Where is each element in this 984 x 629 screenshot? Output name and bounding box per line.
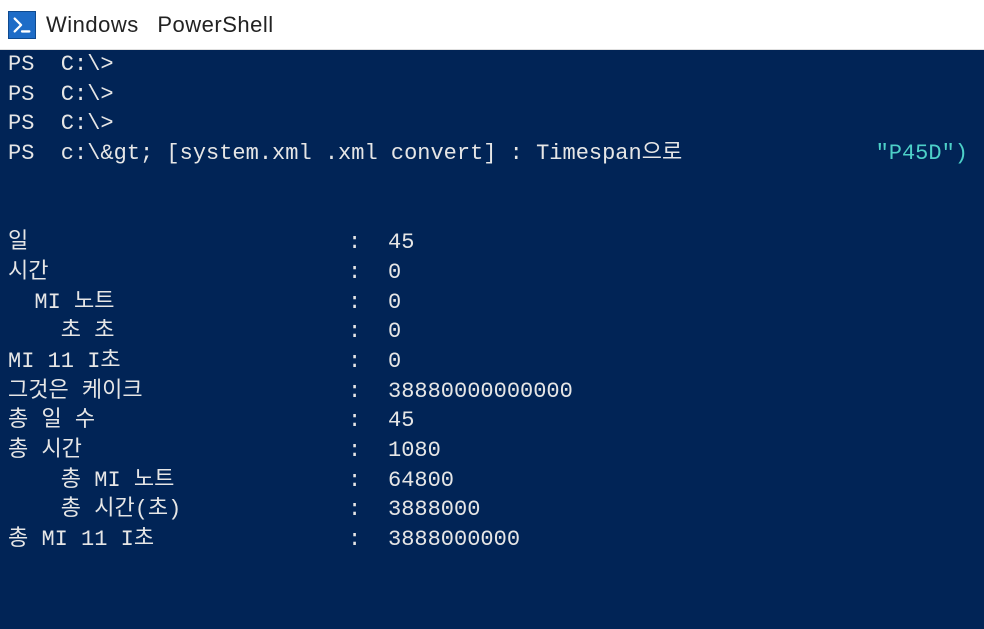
command-text: PS c:\&gt; [system.xml .xml convert] : T… [8, 139, 682, 169]
output-colon: : [348, 228, 388, 258]
output-colon: : [348, 466, 388, 496]
output-value: 3888000000 [388, 525, 976, 555]
output-value: 45 [388, 406, 976, 436]
output-value: 1080 [388, 436, 976, 466]
command-argument-string: "P45D") [876, 139, 976, 169]
output-label: MI 11 I초 [8, 347, 348, 377]
output-value: 3888000 [388, 495, 976, 525]
output-colon: : [348, 436, 388, 466]
output-label: 시간 [8, 258, 348, 288]
output-label: 총 시간(초) [8, 495, 348, 525]
output-colon: : [348, 258, 388, 288]
title-powershell: PowerShell [157, 12, 273, 37]
window-title-bar: Windows PowerShell [0, 0, 984, 50]
output-row: 총 시간 : 1080 [8, 436, 976, 466]
output-value: 38880000000000 [388, 377, 976, 407]
output-row: 시간 : 0 [8, 258, 976, 288]
output-label: 총 시간 [8, 436, 348, 466]
output-label: 총 일 수 [8, 406, 348, 436]
terminal-body[interactable]: PS C:\> PS C:\> PS C:\> PS c:\&gt; [syst… [0, 50, 984, 629]
output-row: 일 : 45 [8, 228, 976, 258]
window-title-text: Windows PowerShell [46, 12, 274, 38]
output-label: 그것은 케이크 [8, 377, 348, 407]
output-colon: : [348, 288, 388, 318]
output-row: 총 MI 노트 : 64800 [8, 466, 976, 496]
prompt-line: PS C:\> [8, 50, 976, 80]
output-value: 0 [388, 258, 976, 288]
output-row: 초 초 : 0 [8, 317, 976, 347]
output-value: 0 [388, 347, 976, 377]
output-row: 총 일 수 : 45 [8, 406, 976, 436]
output-row: 총 MI 11 I초 : 3888000000 [8, 525, 976, 555]
command-line: PS c:\&gt; [system.xml .xml convert] : T… [8, 139, 976, 169]
output-value: 0 [388, 317, 976, 347]
output-colon: : [348, 495, 388, 525]
output-row: MI 11 I초 : 0 [8, 347, 976, 377]
blank-line [8, 169, 976, 199]
blank-line [8, 198, 976, 228]
output-colon: : [348, 347, 388, 377]
output-colon: : [348, 406, 388, 436]
output-value: 0 [388, 288, 976, 318]
output-value: 64800 [388, 466, 976, 496]
output-label: MI 노트 [8, 288, 348, 318]
output-label: 총 MI 11 I초 [8, 525, 348, 555]
output-label: 일 [8, 228, 348, 258]
output-label: 초 초 [8, 317, 348, 347]
prompt-line: PS C:\> [8, 80, 976, 110]
output-row: MI 노트 : 0 [8, 288, 976, 318]
powershell-icon [8, 11, 36, 39]
output-colon: : [348, 317, 388, 347]
output-row: 그것은 케이크 : 38880000000000 [8, 377, 976, 407]
output-colon: : [348, 525, 388, 555]
output-value: 45 [388, 228, 976, 258]
title-windows: Windows [46, 12, 139, 37]
output-label: 총 MI 노트 [8, 466, 348, 496]
prompt-line: PS C:\> [8, 109, 976, 139]
output-colon: : [348, 377, 388, 407]
output-row: 총 시간(초) : 3888000 [8, 495, 976, 525]
